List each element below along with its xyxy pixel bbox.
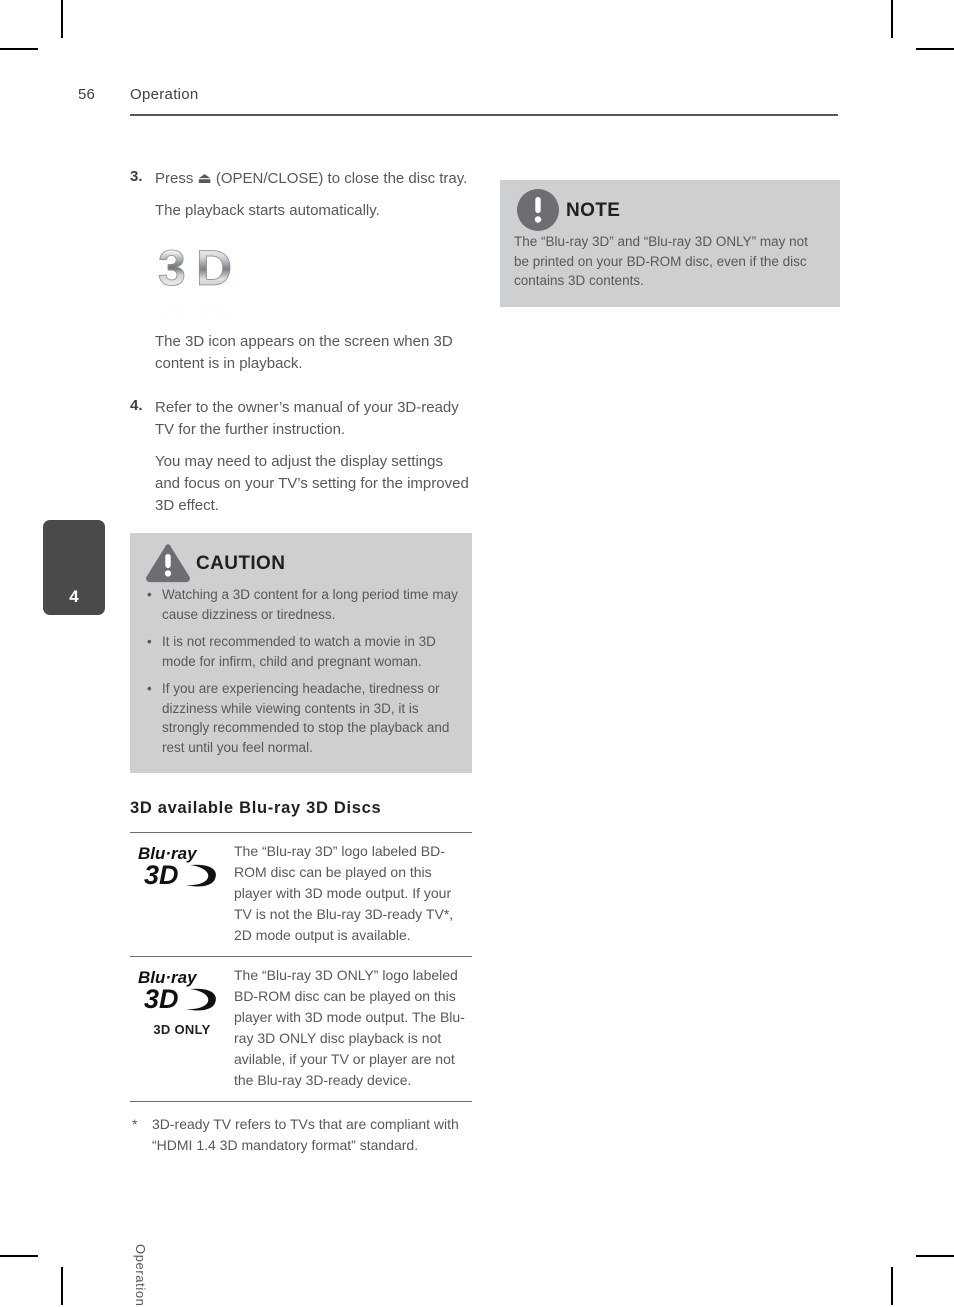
crop-mark-bottom-right-vertical	[891, 1267, 893, 1305]
note-text: The “Blu-ray 3D” and “Blu-ray 3D ONLY” m…	[514, 234, 808, 288]
table-row: Blu·ray 3D The “Blu-ray 3D” logo labeled…	[130, 832, 472, 957]
svg-text:D: D	[196, 304, 232, 316]
step-4-line-1: Refer to the owner’s manual of your 3D-r…	[155, 399, 459, 438]
footnote: * 3D-ready TV refers to TVs that are com…	[130, 1114, 494, 1156]
note-header: NOTE	[514, 189, 826, 231]
caution-box: CAUTION • Watching a 3D content for a lo…	[130, 533, 472, 773]
caution-header: CAUTION	[144, 543, 458, 583]
crop-mark-bottom-right-horizontal	[916, 1255, 954, 1257]
caution-item-text: Watching a 3D content for a long period …	[162, 587, 458, 622]
note-box: NOTE The “Blu-ray 3D” and “Blu-ray 3D ON…	[500, 180, 840, 307]
bluray-3d-only-logo-icon: Blu·ray 3D	[138, 968, 216, 1013]
bluray-3d-logo-icon: Blu·ray 3D	[138, 844, 216, 889]
table-row: Blu·ray 3D 3D ONLY The “Blu-ray 3D ONLY”…	[130, 956, 472, 1102]
bluray-3d-wordmark: 3D	[144, 860, 179, 889]
caution-list-item: • If you are experiencing headache, tire…	[144, 679, 458, 757]
section-heading: 3D available Blu-ray 3D Discs	[130, 799, 382, 817]
caution-item-text: If you are experiencing headache, tiredn…	[162, 681, 450, 755]
crop-mark-top-right-vertical	[891, 0, 893, 38]
page-header: 56 Operation	[78, 86, 838, 120]
step-3-line-2: The playback starts automatically.	[155, 202, 380, 219]
3d-chrome-logo-image: 3 D 3 D	[152, 238, 312, 316]
exclamation-circle-icon	[517, 189, 559, 231]
disc-logo-sublabel: 3D ONLY	[153, 1022, 211, 1037]
right-column: NOTE The “Blu-ray 3D” and “Blu-ray 3D ON…	[500, 180, 840, 307]
crop-mark-top-left-vertical	[61, 0, 63, 38]
step-4-body: Refer to the owner’s manual of your 3D-r…	[155, 397, 472, 517]
disc-description-cell: The “Blu-ray 3D ONLY” logo labeled BD-RO…	[234, 967, 465, 1088]
disc-compatibility-table: Blu·ray 3D The “Blu-ray 3D” logo labeled…	[130, 832, 472, 1102]
step-3-number: 3.	[130, 168, 143, 185]
page-number: 56	[78, 86, 96, 103]
footnote-marker: *	[132, 1116, 138, 1132]
bluray-3d-wordmark: 3D	[144, 984, 179, 1013]
left-column: 3. Press ⏏ (OPEN/CLOSE) to close the dis…	[130, 168, 472, 1156]
warning-triangle-icon	[146, 544, 190, 583]
3d-icon-caption: The 3D icon appears on the screen when 3…	[155, 333, 453, 372]
caution-title: CAUTION	[196, 552, 286, 574]
footnote-text: 3D-ready TV refers to TVs that are compl…	[152, 1116, 459, 1153]
step-3-line-1: Press ⏏ (OPEN/CLOSE) to close the disc t…	[155, 170, 468, 187]
chapter-tab: 4	[43, 520, 105, 615]
disc-logo-cell: Blu·ray 3D 3D ONLY	[130, 957, 234, 1102]
crop-mark-top-left-horizontal	[0, 48, 38, 50]
chapter-label: Operation	[133, 1244, 148, 1307]
note-title: NOTE	[566, 199, 621, 221]
caution-list: • Watching a 3D content for a long perio…	[144, 585, 458, 757]
bullet-icon: •	[147, 587, 152, 602]
svg-text:3: 3	[158, 304, 186, 316]
3d-logo-icon: 3 D 3 D	[158, 240, 233, 316]
page-title: Operation	[130, 86, 199, 103]
bullet-icon: •	[147, 634, 152, 649]
step-3: 3. Press ⏏ (OPEN/CLOSE) to close the dis…	[130, 168, 472, 222]
disc-description-cell: The “Blu-ray 3D” logo labeled BD-ROM dis…	[234, 843, 454, 943]
step-4-number: 4.	[130, 397, 143, 414]
svg-text:D: D	[196, 240, 232, 296]
step-3-body: Press ⏏ (OPEN/CLOSE) to close the disc t…	[155, 168, 472, 222]
caution-list-item: • It is not recommended to watch a movie…	[144, 632, 458, 671]
chapter-number: 4	[69, 587, 79, 606]
crop-mark-bottom-left-vertical	[61, 1267, 63, 1305]
header-divider	[130, 114, 838, 116]
svg-text:3: 3	[158, 240, 186, 296]
caution-item-text: It is not recommended to watch a movie i…	[162, 634, 436, 669]
step-4-line-2: You may need to adjust the display setti…	[155, 453, 469, 514]
crop-mark-top-right-horizontal	[916, 48, 954, 50]
step-4: 4. Refer to the owner’s manual of your 3…	[130, 397, 472, 517]
caution-list-item: • Watching a 3D content for a long perio…	[144, 585, 458, 624]
disc-logo-cell: Blu·ray 3D	[130, 833, 234, 957]
crop-mark-bottom-left-horizontal	[0, 1255, 38, 1257]
bullet-icon: •	[147, 681, 152, 696]
